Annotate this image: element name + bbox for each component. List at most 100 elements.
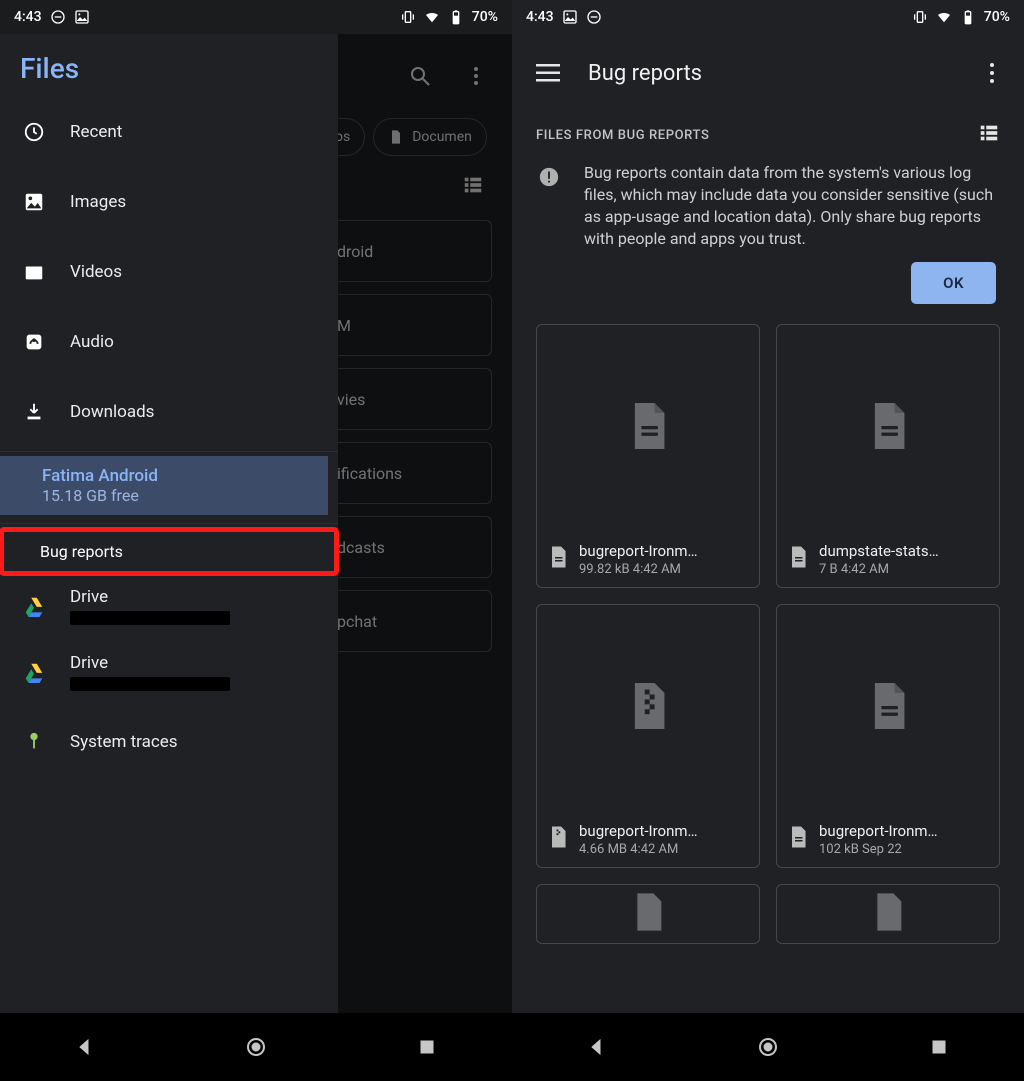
battery-percent: 70% [984, 9, 1010, 25]
clock-icon [20, 118, 48, 146]
nav-label: Bug reports [40, 542, 123, 561]
images-icon [20, 188, 48, 216]
image-icon [562, 9, 578, 25]
file-meta: 4.66 MB 4:42 AM [579, 842, 747, 857]
folder-label: pchat [337, 612, 377, 631]
file-grid: bugreport-Ironm… 99.82 kB 4:42 AM dumpst… [512, 310, 1024, 944]
file-card[interactable]: bugreport-Ironm… 102 kB Sep 22 [776, 604, 1000, 868]
android-navbar [512, 1013, 1024, 1081]
alert-icon [536, 164, 562, 190]
file-meta: 102 kB Sep 22 [819, 842, 987, 857]
android-icon [20, 728, 48, 756]
home-button[interactable] [740, 1019, 796, 1075]
folder-card[interactable]: M [320, 294, 492, 356]
redacted [70, 677, 230, 691]
zip-icon [549, 826, 567, 852]
image-icon [74, 9, 90, 25]
section-header: FILES FROM BUG REPORTS [536, 128, 709, 143]
drive-icon [20, 592, 48, 620]
file-card[interactable]: bugreport-Ironm… 4.66 MB 4:42 AM [536, 604, 760, 868]
folder-card[interactable]: vies [320, 368, 492, 430]
zip-icon [628, 683, 668, 733]
nav-label: Audio [70, 332, 114, 352]
file-icon [789, 546, 807, 572]
chip-documents[interactable]: Documen [373, 118, 487, 156]
hamburger-icon[interactable] [522, 49, 574, 97]
nav-bug-reports[interactable]: Bug reports [0, 528, 338, 575]
separator [0, 523, 338, 524]
status-time: 4:43 [526, 9, 554, 25]
file-name: dumpstate-stats… [819, 542, 987, 560]
file-card[interactable]: dumpstate-stats… 7 B 4:42 AM [776, 324, 1000, 588]
nav-label: Images [70, 192, 126, 212]
file-icon [868, 683, 908, 733]
battery-icon [448, 9, 464, 25]
battery-icon [960, 9, 976, 25]
file-icon [868, 403, 908, 453]
status-bar: 4:43 70% [0, 0, 512, 34]
storage-name: Fatima Android [42, 466, 158, 486]
folder-label: dcasts [337, 538, 385, 557]
back-button[interactable] [569, 1019, 625, 1075]
page-title: Bug reports [574, 61, 970, 86]
nav-label: System traces [70, 732, 178, 752]
nav-audio[interactable]: Audio [0, 307, 338, 377]
folder-card[interactable]: pchat [320, 590, 492, 652]
folder-label: ifications [337, 464, 402, 483]
nav-device-storage[interactable]: Fatima Android 15.18 GB free [0, 456, 328, 515]
dnd-icon [586, 9, 602, 25]
zip-icon [632, 889, 664, 939]
nav-videos[interactable]: Videos [0, 237, 338, 307]
file-card-partial[interactable] [776, 884, 1000, 944]
videos-icon [20, 258, 48, 286]
nav-drive-2[interactable]: Drive [0, 637, 338, 707]
folder-label: vies [337, 390, 365, 409]
home-button[interactable] [228, 1019, 284, 1075]
file-card-partial[interactable] [536, 884, 760, 944]
overflow-menu-icon[interactable] [970, 49, 1014, 97]
file-name: bugreport-Ironm… [819, 822, 987, 840]
list-view-icon[interactable] [462, 174, 484, 200]
file-icon [789, 826, 807, 852]
file-icon [628, 403, 668, 453]
dnd-icon [50, 9, 66, 25]
nav-label: Drive [70, 653, 230, 673]
status-time: 4:43 [14, 9, 42, 25]
search-icon[interactable] [396, 52, 444, 100]
file-meta: 99.82 kB 4:42 AM [579, 562, 747, 577]
redacted [70, 611, 230, 625]
file-card[interactable]: bugreport-Ironm… 99.82 kB 4:42 AM [536, 324, 760, 588]
wifi-icon [424, 9, 440, 25]
nav-images[interactable]: Images [0, 167, 338, 237]
folder-card[interactable]: ifications [320, 442, 492, 504]
nav-downloads[interactable]: Downloads [0, 377, 338, 447]
app-bar: Bug reports [512, 34, 1024, 112]
file-name: bugreport-Ironm… [579, 542, 747, 560]
file-icon [549, 546, 567, 572]
audio-icon [20, 328, 48, 356]
drawer-title: Files [0, 34, 338, 97]
nav-recent[interactable]: Recent [0, 97, 338, 167]
wifi-icon [936, 9, 952, 25]
warning-text: Bug reports contain data from the system… [584, 162, 1000, 250]
recents-button[interactable] [399, 1019, 455, 1075]
nav-system-traces[interactable]: System traces [0, 707, 338, 777]
file-icon [872, 889, 904, 939]
warning-banner: Bug reports contain data from the system… [512, 150, 1024, 310]
ok-button[interactable]: OK [911, 262, 996, 304]
folder-label: droid [337, 242, 373, 261]
folder-card[interactable]: droid [320, 220, 492, 282]
folder-label: M [337, 316, 351, 335]
folder-card[interactable]: dcasts [320, 516, 492, 578]
list-view-icon[interactable] [978, 122, 1000, 148]
overflow-menu-icon[interactable] [452, 52, 500, 100]
nav-drive-1[interactable]: Drive [0, 575, 338, 637]
nav-label: Drive [70, 587, 230, 607]
back-button[interactable] [57, 1019, 113, 1075]
navigation-drawer: Files Recent Images Videos Audio [0, 34, 338, 1013]
storage-free: 15.18 GB free [42, 486, 158, 505]
nav-label: Downloads [70, 402, 154, 422]
recents-button[interactable] [911, 1019, 967, 1075]
chip-label: Documen [412, 129, 472, 145]
status-bar: 4:43 70% [512, 0, 1024, 34]
